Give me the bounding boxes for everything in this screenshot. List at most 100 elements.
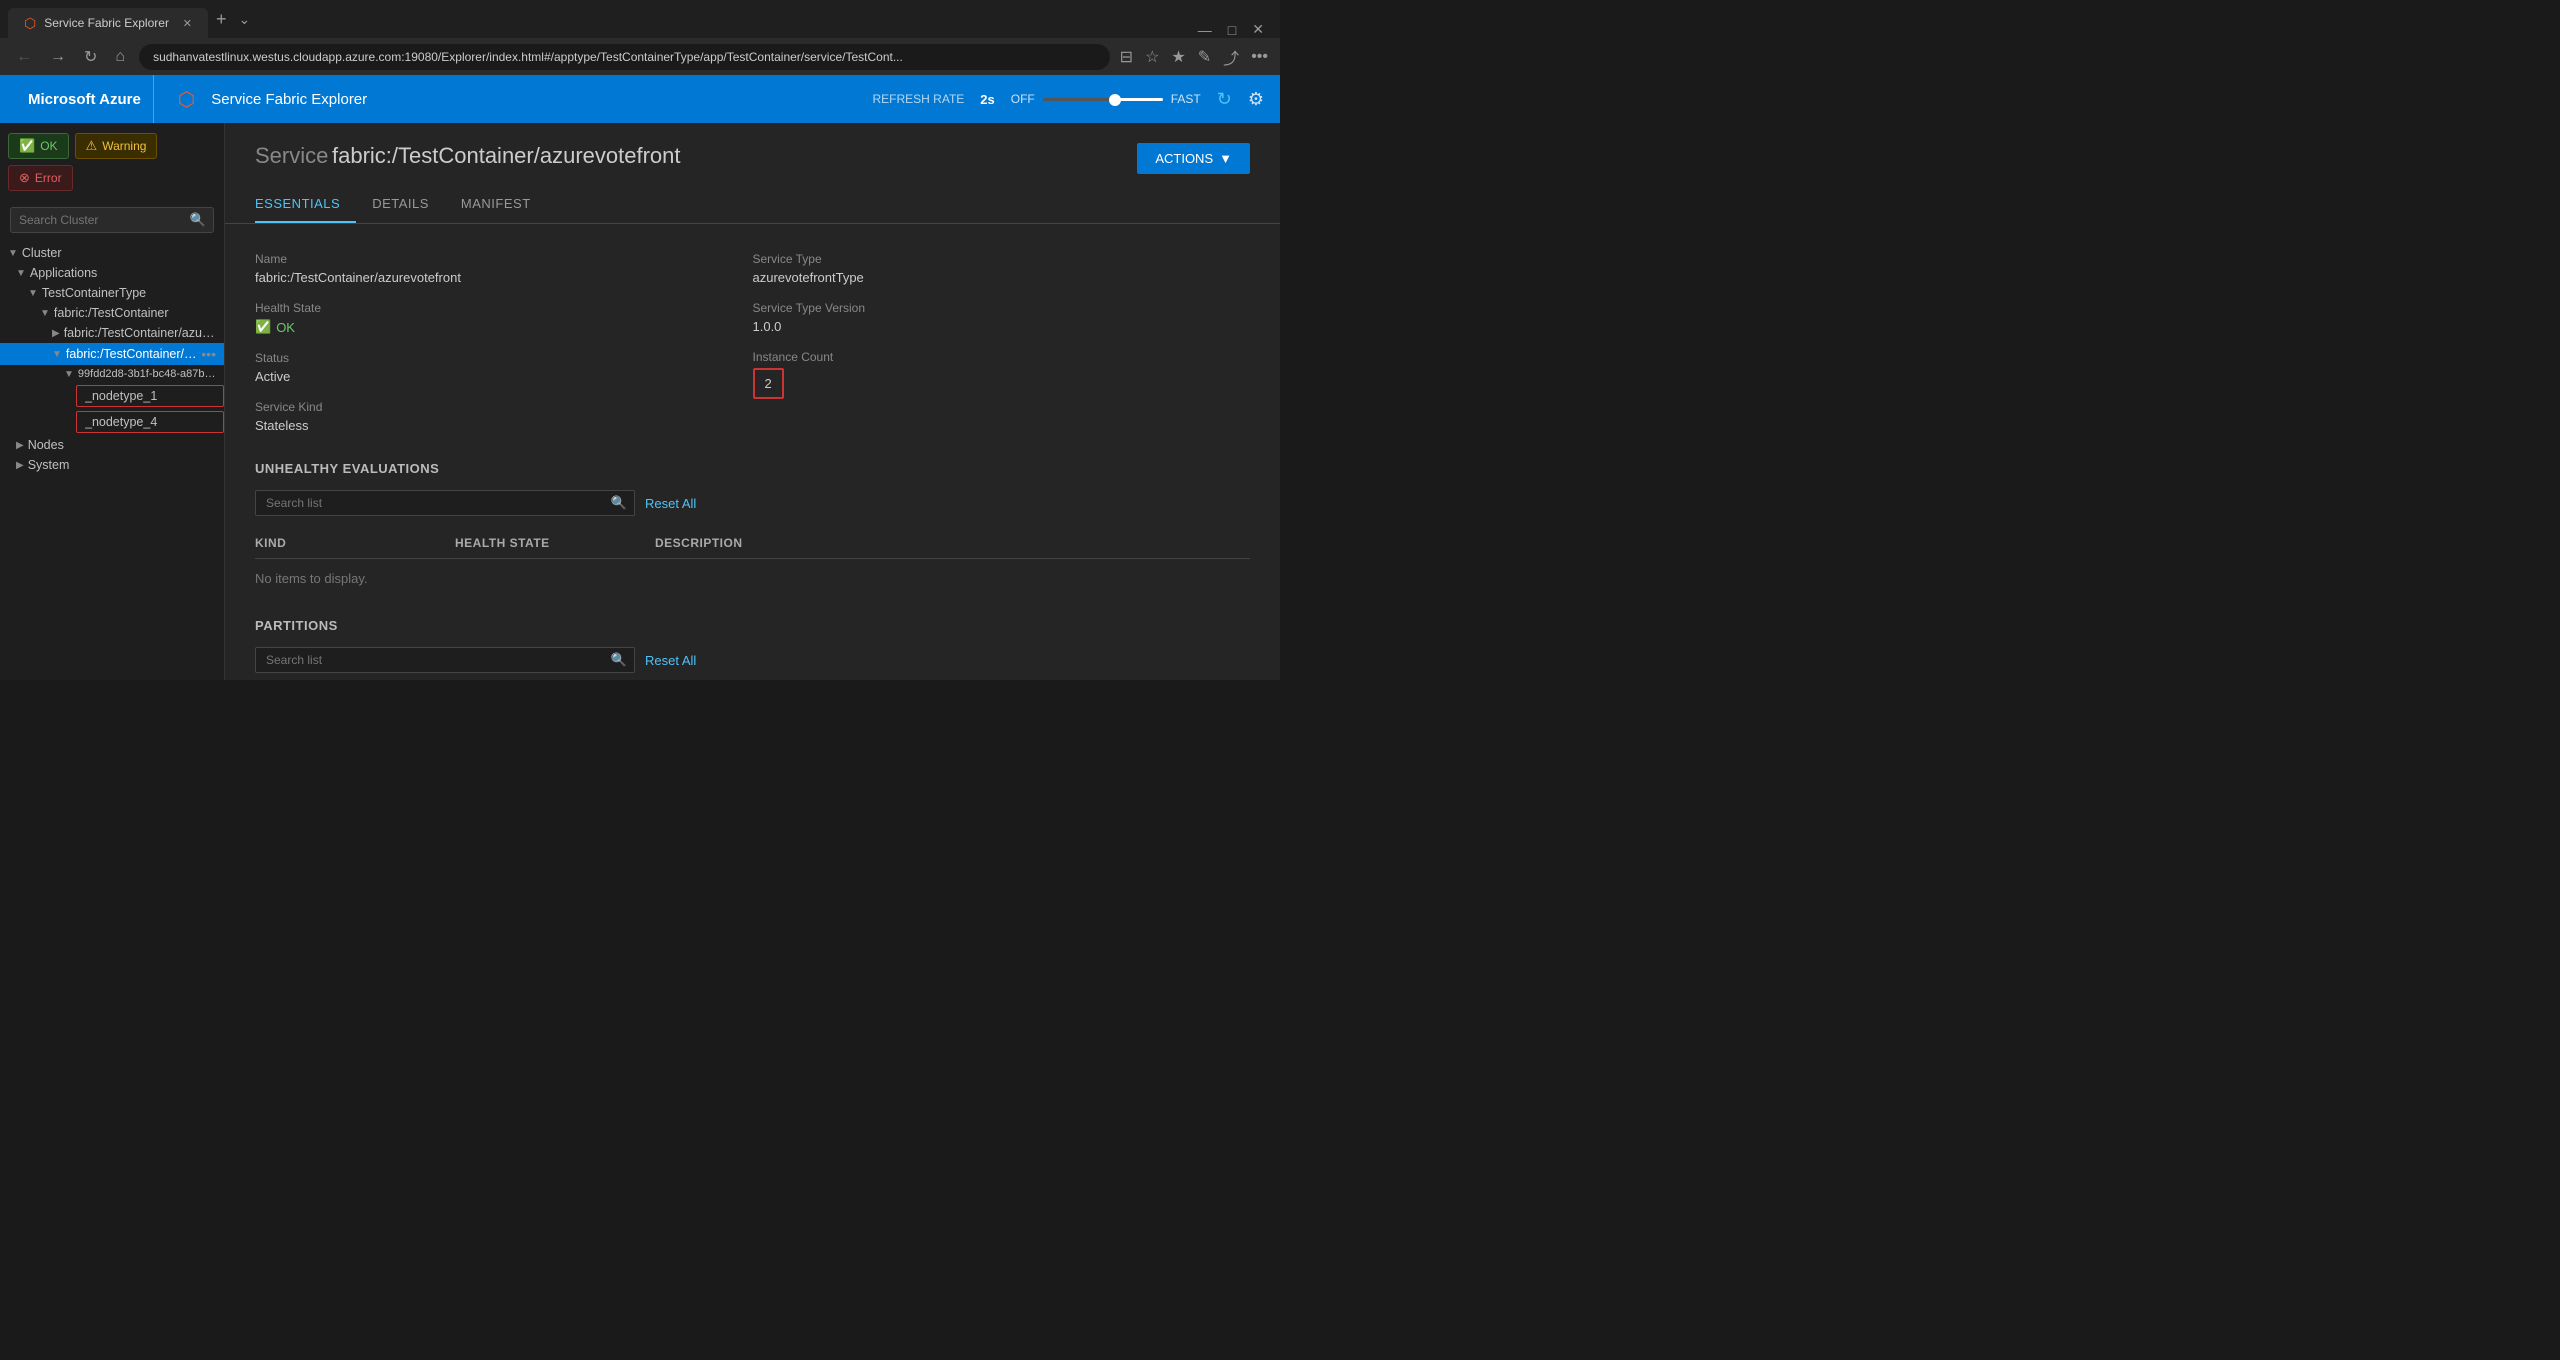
name-label: Name [255, 252, 753, 266]
tree-test-container-type[interactable]: ▼ TestContainerType [0, 283, 224, 303]
name-field: Name fabric:/TestContainer/azurevotefron… [255, 244, 753, 293]
ok-icon: ✅ [19, 138, 35, 154]
tab-favicon: ⬡ [24, 15, 36, 32]
actions-button[interactable]: ACTIONS ▼ [1137, 143, 1250, 174]
fabric-test-container-chevron: ▼ [40, 308, 50, 319]
error-status-button[interactable]: ⊗ Error [8, 165, 73, 191]
tab-details[interactable]: DETAILS [372, 186, 445, 223]
minimize-button[interactable]: — [1198, 22, 1212, 38]
refresh-rate-value: 2s [980, 92, 994, 107]
close-browser-button[interactable]: ✕ [1252, 21, 1264, 38]
partitions-search-input[interactable] [255, 647, 635, 673]
ok-status-button[interactable]: ✅ OK [8, 133, 69, 159]
refresh-button[interactable]: ↻ [80, 43, 101, 71]
ok-label: OK [40, 139, 57, 153]
service-title-block: Service fabric:/TestContainer/azurevotef… [255, 143, 681, 169]
settings-icon[interactable]: ⚙ [1248, 89, 1264, 110]
active-tab[interactable]: ⬡ Service Fabric Explorer ✕ [8, 8, 208, 38]
col-desc: Description [655, 536, 1250, 550]
nodetype-1-label: _nodetype_1 [85, 389, 215, 403]
refresh-rate-label: REFRESH RATE [872, 92, 964, 106]
off-label: OFF [1011, 92, 1035, 106]
partition-chevron: ▼ [64, 369, 74, 380]
status-field: Status Active [255, 343, 753, 392]
tree-system[interactable]: ▶ System [0, 455, 224, 475]
tree-cluster[interactable]: ▼ Cluster [0, 243, 224, 263]
unhealthy-search-bar: 🔍 Reset All [255, 490, 1250, 516]
service-type-version-value: 1.0.0 [753, 319, 1251, 334]
unhealthy-reset-all[interactable]: Reset All [645, 496, 696, 511]
col-kind: Kind [255, 536, 455, 550]
azurefront-more-button[interactable]: ••• [201, 346, 216, 362]
tree-fabric-azureback[interactable]: ▶ fabric:/TestContainer/azurevoterback [0, 323, 224, 343]
instance-count-box: 2 [753, 368, 784, 399]
health-value: ✅ OK [255, 319, 753, 335]
service-kind-field: Service Kind Stateless [255, 392, 753, 441]
service-name: fabric:/TestContainer/azurevotefront [332, 143, 681, 168]
header-right: REFRESH RATE 2s OFF FAST ↻ ⚙ [872, 89, 1264, 110]
tree-partition[interactable]: ▼ 99fdd2d8-3b1f-bc48-a87b-cbaac349a3ec [0, 365, 224, 383]
maximize-button[interactable]: □ [1228, 22, 1236, 38]
home-button[interactable]: ⌂ [111, 44, 129, 70]
content-header: Service fabric:/TestContainer/azurevotef… [225, 123, 1280, 174]
tab-essentials[interactable]: ESSENTIALS [255, 186, 356, 223]
essentials-section: Name fabric:/TestContainer/azurevotefron… [225, 224, 1280, 461]
service-type-version-field: Service Type Version 1.0.0 [753, 293, 1251, 342]
tab-label: Service Fabric Explorer [44, 16, 169, 30]
refresh-slider-container[interactable]: OFF FAST [1011, 92, 1201, 106]
tree: ▼ Cluster ▼ Applications ▼ TestContainer… [0, 239, 224, 680]
partitions-search-icon: 🔍 [611, 652, 627, 668]
partition-label: 99fdd2d8-3b1f-bc48-a87b-cbaac349a3ec [78, 368, 216, 380]
unhealthy-table-header: Kind Health State Description [255, 528, 1250, 559]
azure-logo: Microsoft Azure [16, 75, 154, 123]
unhealthy-search-input[interactable] [255, 490, 635, 516]
tree-applications[interactable]: ▼ Applications [0, 263, 224, 283]
tree-fabric-test-container[interactable]: ▼ fabric:/TestContainer [0, 303, 224, 323]
health-field: Health State ✅ OK [255, 293, 753, 343]
instance-count-field: Instance Count 2 [753, 342, 1251, 407]
tab-list-button[interactable]: ⌄ [239, 11, 251, 28]
azureback-label: fabric:/TestContainer/azurevoterback [64, 326, 216, 340]
more-icon[interactable]: ••• [1251, 48, 1268, 66]
service-type-label: Service Type [753, 252, 1251, 266]
nodetype-4-container: _nodetype_4 [0, 409, 224, 435]
partitions-reset-all[interactable]: Reset All [645, 653, 696, 668]
health-ok-icon: ✅ [255, 319, 271, 335]
reader-view-icon[interactable]: ⊟ [1120, 47, 1133, 67]
app-header: Microsoft Azure ⬡ Service Fabric Explore… [0, 75, 1280, 123]
warning-label: Warning [102, 139, 146, 153]
applications-chevron: ▼ [16, 268, 26, 279]
test-container-type-chevron: ▼ [28, 288, 38, 299]
address-bar: ← → ↻ ⌂ ⊟ ☆ ★ ✎ ⤴ ••• [0, 38, 1280, 75]
instance-count-label: Instance Count [753, 350, 1251, 364]
cluster-chevron: ▼ [8, 248, 18, 259]
partitions-title: PARTITIONS [255, 618, 1250, 633]
refresh-icon[interactable]: ↻ [1217, 89, 1232, 110]
forward-button[interactable]: → [46, 44, 70, 70]
service-kind-value: Stateless [255, 418, 753, 433]
tree-fabric-azurefront[interactable]: ▼ fabric:/TestContainer/azurevotefront •… [0, 343, 224, 365]
status-label: Status [255, 351, 753, 365]
address-input[interactable] [139, 44, 1110, 70]
tree-nodes[interactable]: ▶ Nodes [0, 435, 224, 455]
tree-nodetype-4[interactable]: _nodetype_4 [76, 411, 224, 433]
back-button[interactable]: ← [12, 44, 36, 70]
favorites-icon[interactable]: ★ [1171, 47, 1185, 67]
search-cluster-input[interactable] [10, 207, 214, 233]
service-prefix: Service [255, 143, 328, 168]
unhealthy-search-wrap: 🔍 [255, 490, 635, 516]
tab-close-button[interactable]: ✕ [183, 17, 192, 30]
bookmark-icon[interactable]: ☆ [1145, 47, 1159, 67]
tree-nodetype-1[interactable]: _nodetype_1 [76, 385, 224, 407]
pen-icon[interactable]: ✎ [1198, 47, 1211, 67]
refresh-slider[interactable] [1043, 98, 1163, 101]
share-icon[interactable]: ⤴ [1223, 45, 1239, 69]
nodes-chevron: ▶ [16, 440, 24, 451]
applications-label: Applications [30, 266, 216, 280]
tab-manifest[interactable]: MANIFEST [461, 186, 547, 223]
fast-label: FAST [1171, 92, 1201, 106]
warning-status-button[interactable]: ⚠ Warning [75, 133, 158, 159]
error-label: Error [35, 171, 62, 185]
main-layout: ✅ OK ⚠ Warning ⊗ Error 🔍 ▼ Clus [0, 123, 1280, 680]
new-tab-button[interactable]: + [208, 9, 235, 30]
